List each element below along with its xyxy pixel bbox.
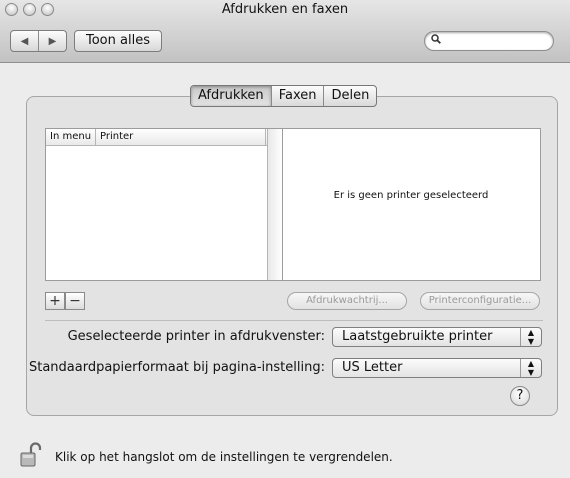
tab-afdrukken[interactable]: Afdrukken	[191, 86, 272, 106]
printer-list-scrollbar[interactable]	[267, 129, 282, 280]
window-title: Afdrukken en faxen	[221, 2, 349, 17]
show-all-button[interactable]: Toon alles	[74, 30, 162, 52]
printer-list-header: In menu Printer	[46, 129, 282, 146]
column-header-printer[interactable]: Printer	[96, 129, 266, 145]
paper-size-value: US Letter	[342, 360, 403, 375]
forward-button[interactable]: ▶	[39, 31, 66, 51]
printer-list[interactable]: In menu Printer	[45, 128, 283, 281]
search-icon	[431, 34, 441, 47]
lock-message: Klik op het hangslot om de instellingen …	[55, 450, 393, 464]
preferences-window: Afdrukken en faxen ◀ ▶ Toon alles Afdruk…	[0, 0, 570, 478]
forward-arrow-icon: ▶	[48, 35, 57, 47]
printer-detail-pane: Er is geen printer geselecteerd	[283, 128, 541, 281]
printer-setup-button[interactable]: Printerconfiguratie...	[420, 292, 540, 310]
divider	[45, 320, 543, 321]
search-input[interactable]	[424, 31, 554, 51]
tab-faxen[interactable]: Faxen	[272, 86, 325, 106]
popup-arrows-icon: ▲ ▼	[520, 359, 541, 377]
selected-printer-select[interactable]: Laatstgebruikte printer ▲ ▼	[332, 327, 542, 347]
tab-bar: Afdrukken Faxen Delen	[190, 85, 378, 107]
print-queue-button[interactable]: Afdrukwachtrij...	[287, 292, 407, 310]
back-button[interactable]: ◀	[11, 31, 39, 51]
paper-size-label: Standaardpapierformaat bij pagina-instel…	[28, 360, 325, 375]
help-button[interactable]: ?	[510, 386, 530, 406]
remove-printer-button[interactable]: −	[65, 292, 85, 310]
selected-printer-value: Laatstgebruikte printer	[342, 329, 493, 344]
add-printer-button[interactable]: +	[45, 292, 65, 310]
selected-printer-label: Geselecteerde printer in afdrukvenster:	[67, 329, 325, 344]
back-forward-control: ◀ ▶	[10, 30, 67, 52]
popup-arrows-icon: ▲ ▼	[520, 328, 541, 346]
paper-size-select[interactable]: US Letter ▲ ▼	[332, 358, 542, 378]
no-printer-message: Er is geen printer geselecteerd	[333, 190, 489, 201]
lock-icon[interactable]	[20, 442, 44, 468]
column-header-in-menu[interactable]: In menu	[46, 129, 96, 145]
titlebar: Afdrukken en faxen ◀ ▶ Toon alles	[0, 0, 570, 63]
tab-delen[interactable]: Delen	[324, 86, 376, 106]
back-arrow-icon: ◀	[20, 35, 29, 47]
